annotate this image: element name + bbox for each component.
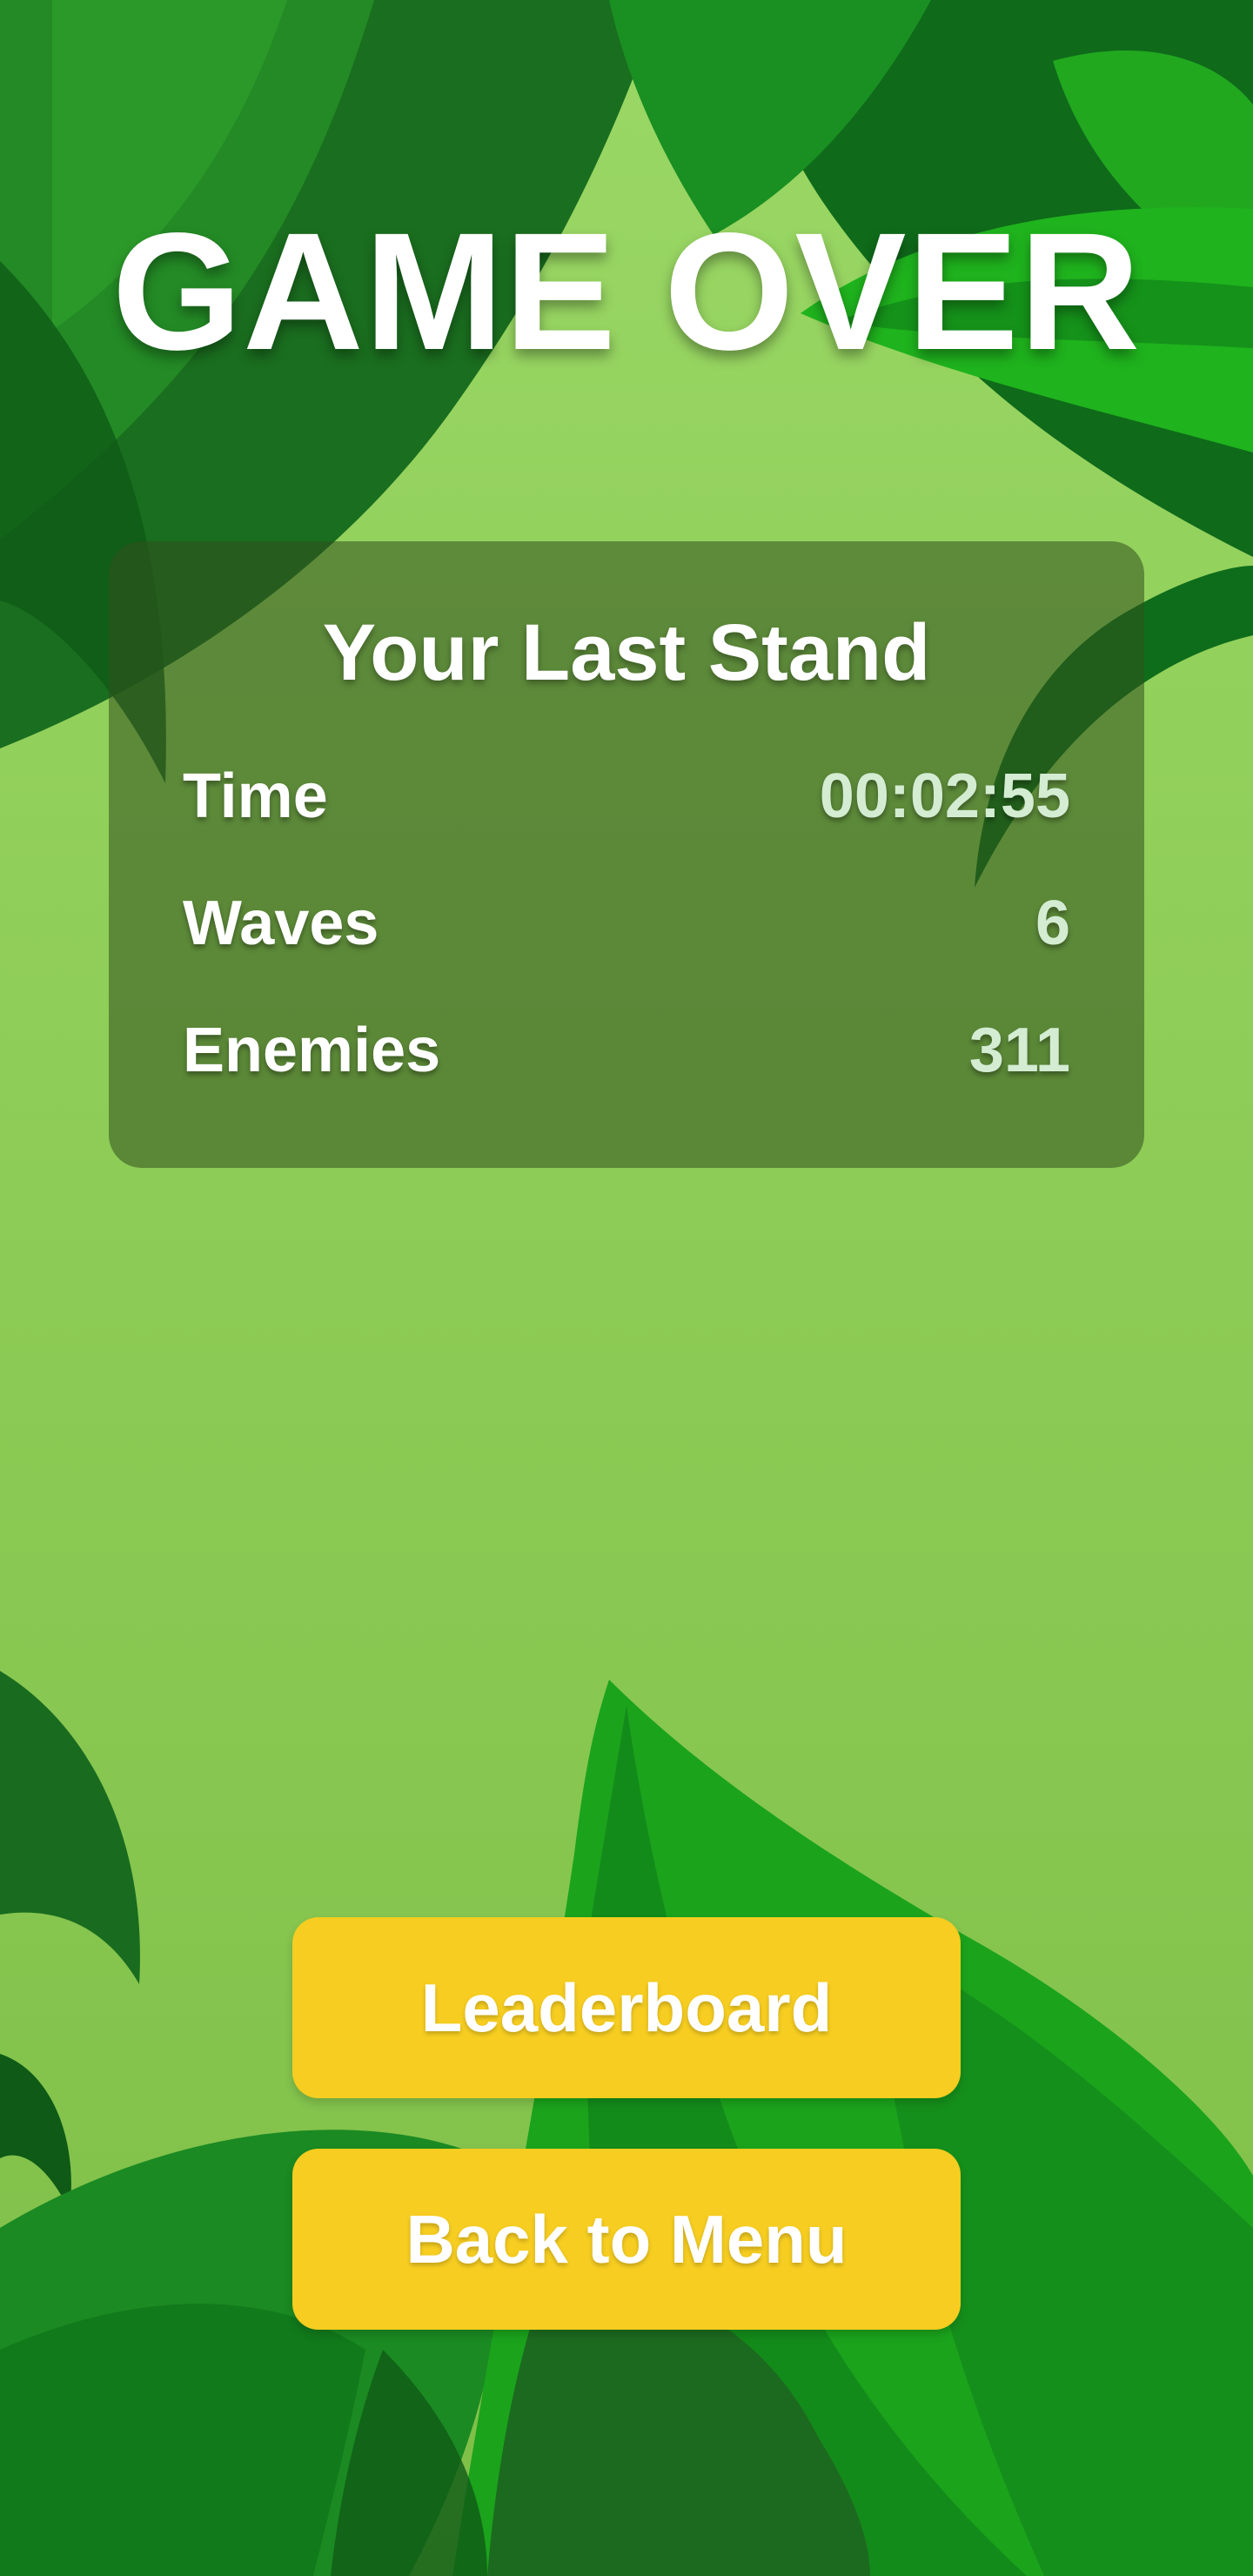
back-to-menu-button[interactable]: Back to Menu [292,2149,961,2330]
stat-value-enemies: 311 [968,1016,1070,1085]
stat-row-waves: Waves 6 [183,884,1070,963]
game-over-title: GAME OVER [111,198,1142,385]
game-over-screen: GAME OVER Your Last Stand Time 00:02:55 … [0,0,1253,2576]
stat-value-waves: 6 [1035,889,1070,958]
stats-panel: Your Last Stand Time 00:02:55 Waves 6 En… [109,541,1144,1168]
stat-row-enemies: Enemies 311 [183,1011,1070,1090]
stat-label-waves: Waves [183,889,379,958]
stat-row-time: Time 00:02:55 [183,757,1070,835]
stats-panel-heading: Your Last Stand [322,608,931,697]
stat-label-time: Time [183,761,328,831]
leaderboard-button[interactable]: Leaderboard [292,1917,961,2098]
stat-value-time: 00:02:55 [819,761,1070,831]
stat-label-enemies: Enemies [183,1016,441,1085]
